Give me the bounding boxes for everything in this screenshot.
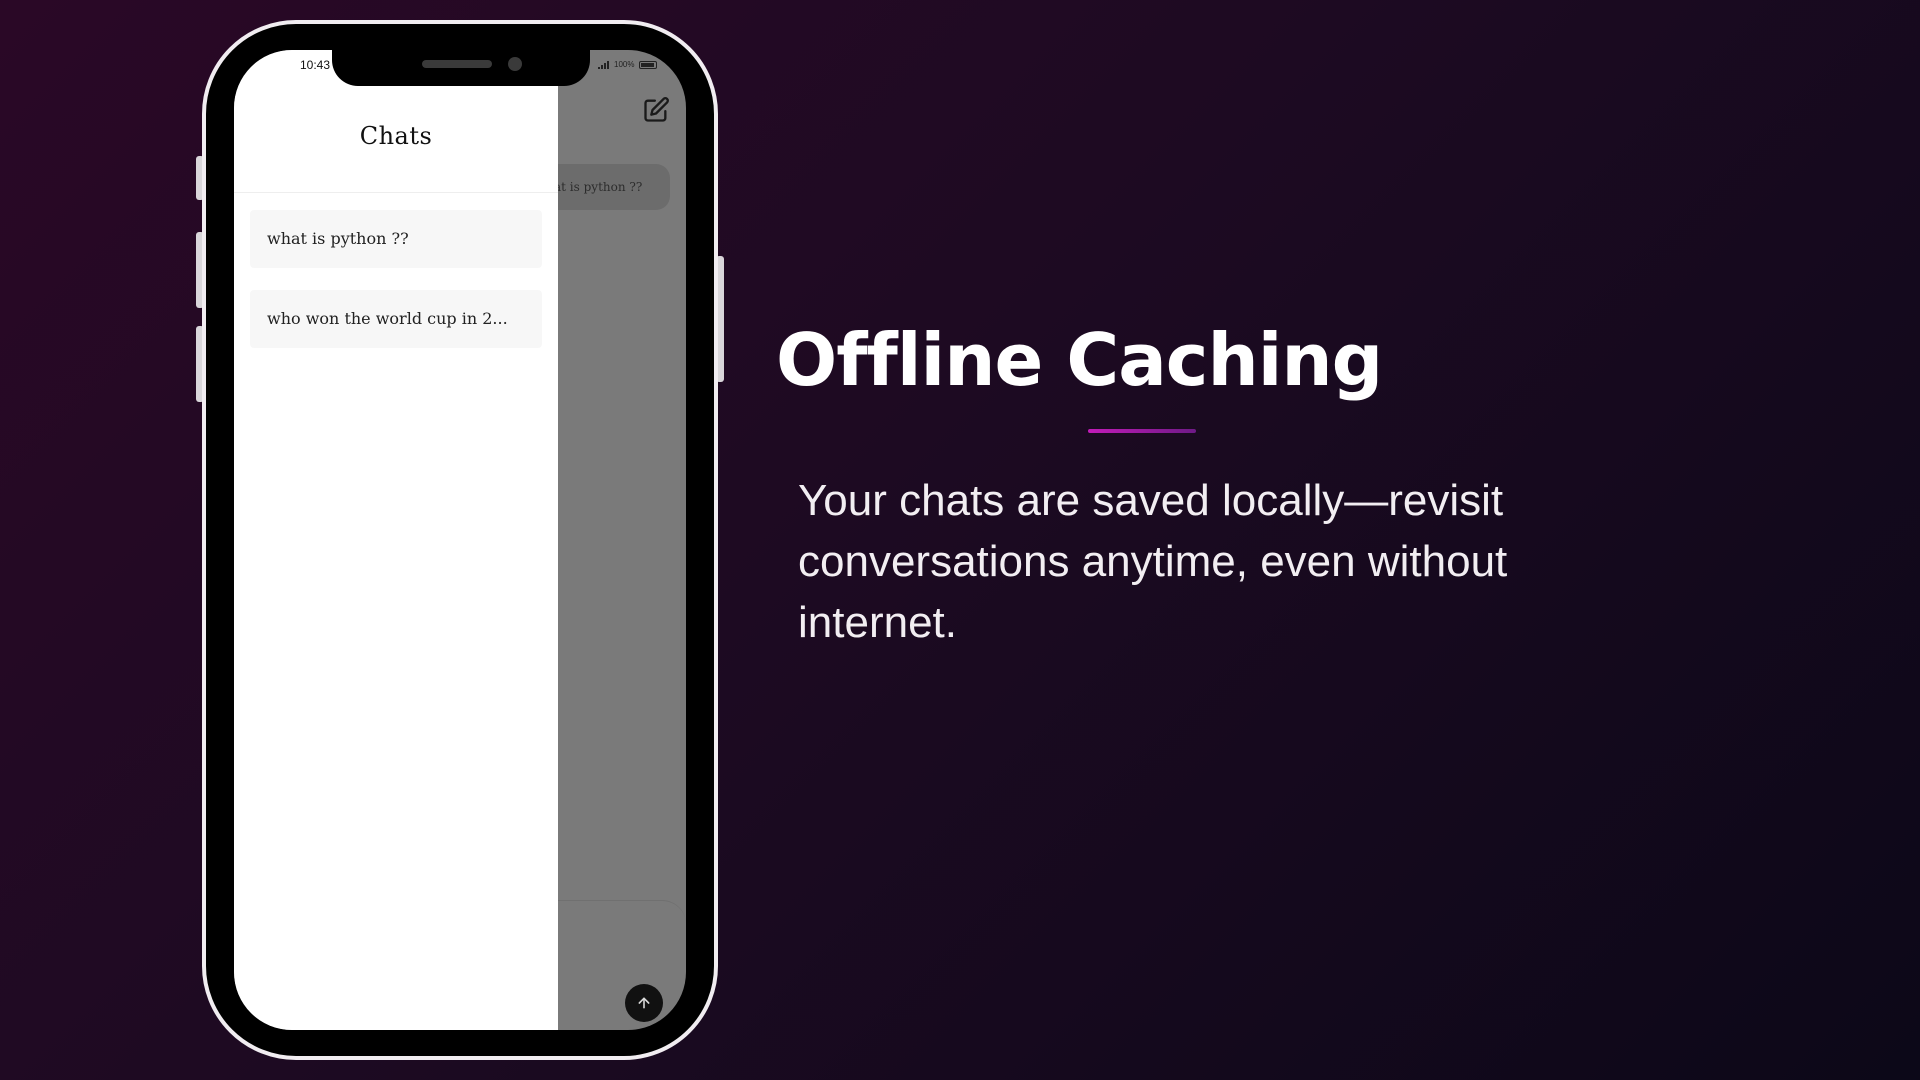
chat-history-item[interactable]: what is python ??	[250, 210, 542, 268]
feature-headline: Offline Caching	[776, 318, 1383, 402]
arrow-up-icon	[638, 997, 650, 1009]
edit-icon[interactable]	[642, 96, 670, 124]
feature-description: Your chats are saved locally—revisit con…	[798, 476, 1508, 647]
phone-notch	[332, 50, 590, 86]
camera-icon	[508, 57, 522, 71]
send-button[interactable]	[625, 984, 663, 1022]
phone-screen: what is python ?? 10:43 100% Chats what …	[234, 50, 686, 1030]
status-indicators: 100%	[598, 60, 658, 69]
drawer-divider	[234, 192, 558, 193]
signal-icon	[598, 60, 609, 69]
battery-percentage: 100%	[614, 60, 635, 69]
battery-icon	[639, 60, 658, 69]
speaker-grille	[422, 60, 492, 68]
accent-underline	[1088, 429, 1196, 433]
drawer-title: Chats	[359, 122, 433, 150]
status-time: 10:43	[300, 58, 331, 72]
chat-history-item[interactable]: who won the world cup in 2...	[250, 290, 542, 348]
chats-drawer: Chats what is python ?? who won the worl…	[234, 50, 558, 1030]
